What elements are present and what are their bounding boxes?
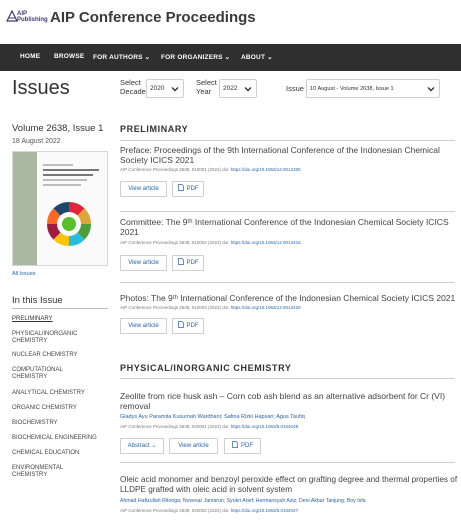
view-article-button[interactable]: View article: [120, 181, 167, 197]
chevron-down-icon: [171, 87, 179, 92]
divider: [120, 211, 455, 212]
nav-home[interactable]: HOME: [20, 53, 40, 60]
cover-spine: [13, 152, 37, 265]
volume-date: 18 August 2022: [12, 138, 61, 145]
article-title[interactable]: Zeolite from rice husk ash – Corn cob as…: [120, 391, 458, 411]
pdf-button[interactable]: PDF: [172, 255, 204, 271]
article-meta: AIP Conference Proceedings 2638, 010001 …: [120, 167, 458, 172]
pdf-button[interactable]: PDF: [172, 181, 204, 197]
toc-link-biochemical-engineering[interactable]: BIOCHEMICAL ENGINEERING: [12, 435, 112, 442]
chevron-down-icon: [427, 87, 435, 92]
article-citation: AIP Conference Proceedings 2638, 010002 …: [120, 240, 230, 245]
abstract-button[interactable]: Abstract ⌄: [120, 438, 164, 454]
divider: [120, 462, 455, 463]
divider: [120, 378, 455, 379]
aip-logo[interactable]: AIP Publishing: [6, 8, 48, 30]
issue-label: Issue: [286, 84, 304, 93]
toc-link-nuclear[interactable]: NUCLEAR CHEMISTRY: [12, 352, 112, 359]
pdf-icon: [177, 321, 184, 328]
decade-value: 2020: [150, 85, 165, 92]
pdf-label: PDF: [241, 443, 253, 449]
article-doi-link[interactable]: https://doi.org/10.1063/12.0013420: [231, 305, 301, 310]
main-nav: HOME BROWSE FOR AUTHORS ⌄ FOR ORGANIZERS…: [0, 44, 461, 71]
divider: [120, 140, 455, 141]
article-doi-link[interactable]: https://doi.org/10.1063/5.0104048: [231, 424, 298, 429]
article-meta: AIP Conference Proceedings 2638, 010003 …: [120, 305, 458, 310]
section-heading-preliminary: PRELIMINARY: [120, 124, 189, 134]
pdf-button[interactable]: PDF: [224, 438, 261, 454]
toc-link-chemical-education[interactable]: CHEMICAL EDUCATION: [12, 450, 112, 457]
year-value: 2022: [223, 85, 238, 92]
year-label: Select Year: [196, 78, 217, 96]
pdf-icon: [177, 258, 184, 265]
article-meta: AIP Conference Proceedings 2638, 020002 …: [120, 508, 458, 513]
nav-for-authors[interactable]: FOR AUTHORS ⌄: [93, 53, 150, 61]
issue-select[interactable]: 10 August - Volume 2638, Issue 1: [306, 79, 440, 98]
article-doi-link[interactable]: https://doi.org/10.1063/12.0012205: [231, 167, 301, 172]
article-doi-link[interactable]: https://doi.org/10.1063/5.0104027: [231, 508, 298, 513]
year-select[interactable]: 2022: [219, 79, 257, 98]
cover-title-lines: [43, 164, 101, 189]
article-title[interactable]: Oleic acid monomer and benzoyl peroxide …: [120, 475, 458, 495]
article-doi-link[interactable]: https://doi.org/10.1063/12.0013416: [231, 240, 301, 245]
section-heading-physical-inorganic: PHYSICAL/INORGANIC CHEMISTRY: [120, 363, 292, 373]
chevron-down-icon: [244, 87, 252, 92]
article-title[interactable]: Committee: The 9ᵗʰ International Confere…: [120, 217, 458, 237]
decade-label: Select Decade: [120, 78, 146, 96]
sdg-wheel-icon: [46, 201, 92, 247]
article-citation: AIP Conference Proceedings 2638, 020001 …: [120, 424, 230, 429]
article-meta: AIP Conference Proceedings 2638, 010002 …: [120, 240, 458, 245]
divider: [12, 308, 108, 309]
toc-link-physical-inorganic[interactable]: PHYSICAL/INORGANIC CHEMISTRY: [12, 331, 92, 345]
pdf-icon: [177, 184, 184, 191]
view-article-button[interactable]: View article: [169, 438, 218, 454]
toc-link-analytical[interactable]: ANALYTICAL CHEMISTRY: [12, 390, 112, 397]
article-meta: AIP Conference Proceedings 2638, 020001 …: [120, 424, 458, 429]
view-article-button[interactable]: View article: [120, 318, 167, 334]
article-citation: AIP Conference Proceedings 2638, 010001 …: [120, 167, 230, 172]
toc-link-preliminary[interactable]: PRELIMINARY: [12, 316, 112, 323]
all-issues-link[interactable]: All Issues: [12, 271, 36, 277]
issues-heading: Issues: [12, 77, 70, 99]
article-citation: AIP Conference Proceedings 2638, 020002 …: [120, 508, 230, 513]
toc-link-computational[interactable]: COMPUTATIONAL CHEMISTRY: [12, 367, 82, 381]
toc-link-biochemistry[interactable]: BIOCHEMISTRY: [12, 420, 112, 427]
nav-for-organizers[interactable]: FOR ORGANIZERS ⌄: [161, 53, 230, 61]
pdf-label: PDF: [186, 186, 199, 192]
volume-title: Volume 2638, Issue 1: [12, 123, 104, 134]
nav-about[interactable]: ABOUT ⌄: [241, 53, 273, 61]
site-title[interactable]: AIP Conference Proceedings: [50, 9, 256, 26]
site-header: AIP Publishing AIP Conference Proceeding…: [0, 0, 461, 40]
nav-browse[interactable]: BROWSE: [54, 53, 84, 60]
pdf-icon: [232, 441, 238, 448]
pdf-button[interactable]: PDF: [172, 318, 204, 334]
issue-value: 10 August - Volume 2638, Issue 1: [310, 86, 394, 92]
article-authors[interactable]: Gladys Ayu Paramita Kusumah Wardhani; Sa…: [120, 414, 458, 420]
decade-select[interactable]: 2020: [146, 79, 184, 98]
article-title[interactable]: Photos: The 9ᵗʰ International Conference…: [120, 293, 458, 303]
issue-cover-image[interactable]: [12, 151, 108, 266]
pdf-label: PDF: [186, 260, 199, 266]
view-article-button[interactable]: View article: [120, 255, 167, 271]
article-citation: AIP Conference Proceedings 2638, 010003 …: [120, 305, 230, 310]
pdf-label: PDF: [186, 323, 199, 329]
toc-link-environmental[interactable]: ENVIRONMENTAL CHEMISTRY: [12, 465, 82, 479]
article-title[interactable]: Preface: Proceedings of the 9th Internat…: [120, 145, 458, 165]
in-this-issue-heading: In this Issue: [12, 295, 63, 306]
divider: [120, 282, 455, 283]
logo-text-publishing: Publishing: [17, 17, 48, 23]
article-authors[interactable]: Ahmad Hafizullah Ritonga; Novesar Jamaru…: [120, 498, 458, 504]
toc-link-organic[interactable]: ORGANIC CHEMISTRY: [12, 405, 112, 412]
